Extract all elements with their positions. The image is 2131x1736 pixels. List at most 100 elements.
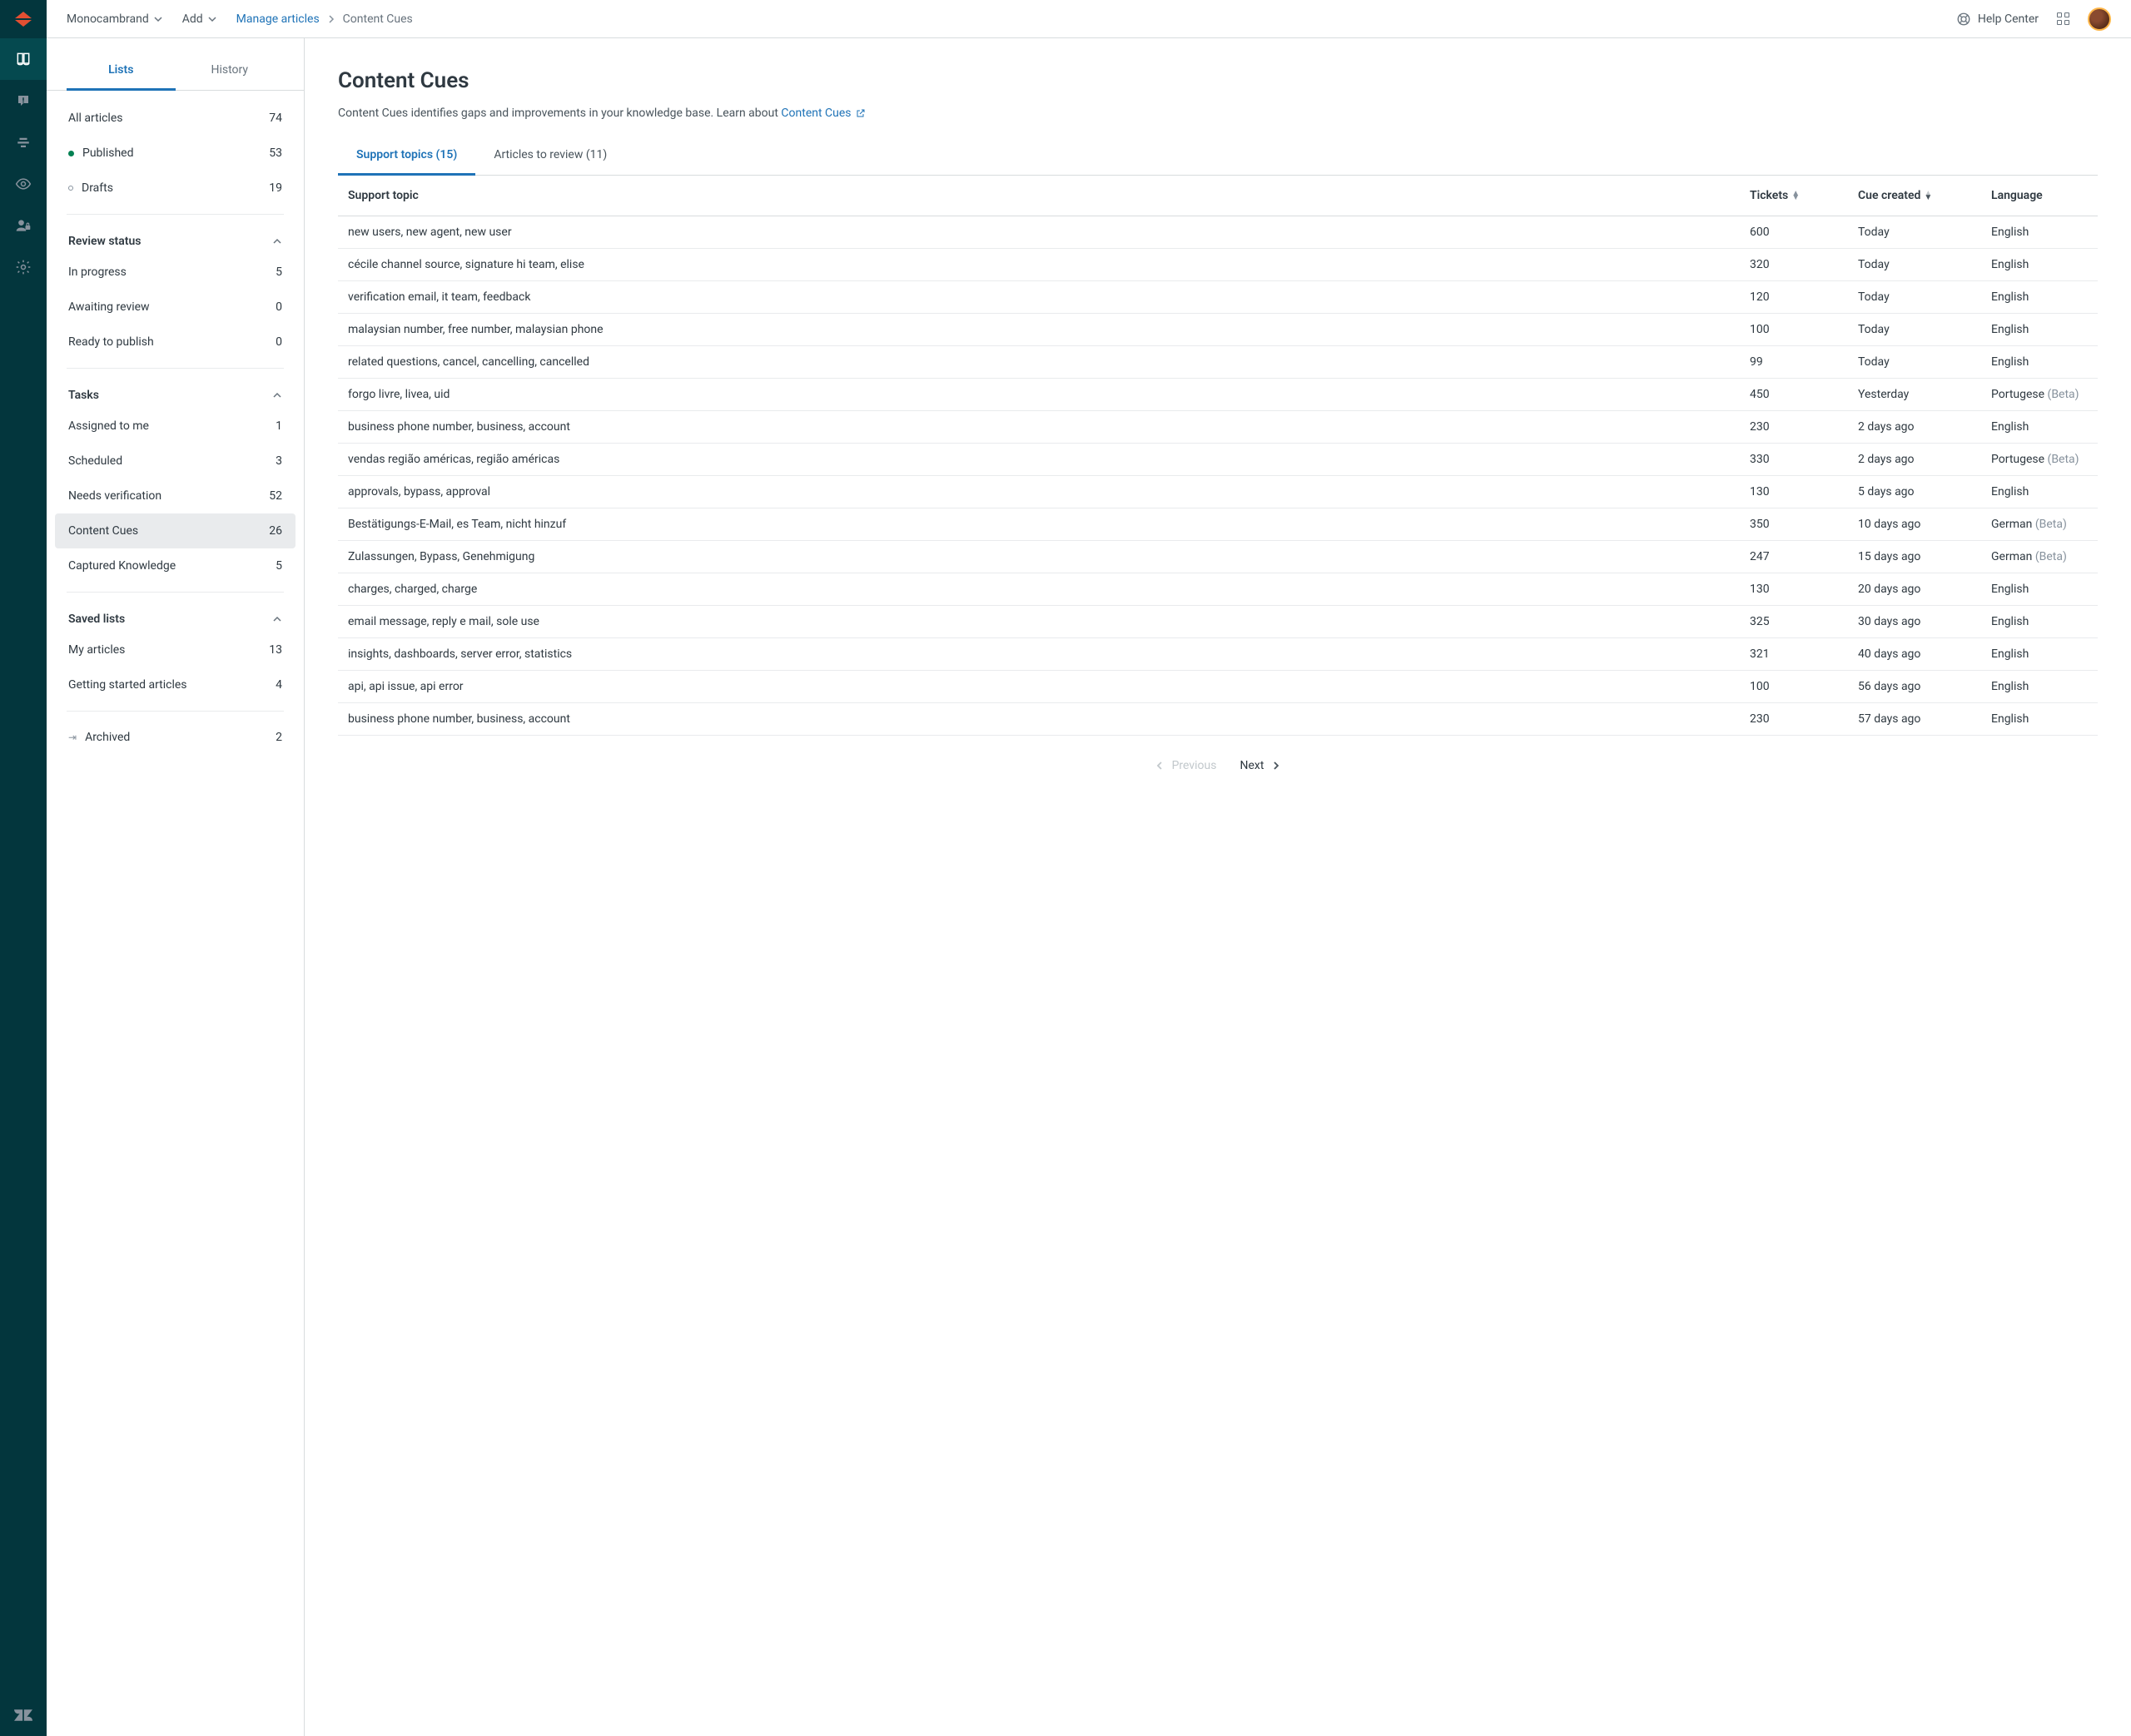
cell-topic: related questions, cancel, cancelling, c… bbox=[338, 346, 1740, 379]
column-tickets[interactable]: Tickets▲▼ bbox=[1740, 176, 1848, 216]
table-row[interactable]: business phone number, business, account… bbox=[338, 411, 2098, 444]
section-saved-lists[interactable]: Saved lists bbox=[55, 601, 296, 632]
table-row[interactable]: business phone number, business, account… bbox=[338, 703, 2098, 736]
sidebar-item-count: 0 bbox=[276, 300, 282, 314]
cell-language: English bbox=[1981, 314, 2098, 346]
sidebar-item-label: Ready to publish bbox=[68, 335, 154, 349]
cell-language: English bbox=[1981, 703, 2098, 736]
tab-support-topics[interactable]: Support topics (15) bbox=[338, 140, 475, 176]
rail-eye-icon[interactable] bbox=[0, 163, 47, 205]
sidebar-item-label: Getting started articles bbox=[68, 678, 187, 692]
cell-topic: cécile channel source, signature hi team… bbox=[338, 249, 1740, 281]
table-row[interactable]: email message, reply e mail, sole use325… bbox=[338, 606, 2098, 638]
cell-topic: verification email, it team, feedback bbox=[338, 281, 1740, 314]
table-row[interactable]: vendas região américas, região américas3… bbox=[338, 444, 2098, 476]
sidebar-item-published[interactable]: Published 53 bbox=[55, 136, 296, 171]
sidebar-item-awaiting-review[interactable]: Awaiting review0 bbox=[55, 290, 296, 325]
sidebar-item-all-articles[interactable]: All articles 74 bbox=[55, 101, 296, 136]
cell-topic: vendas região américas, região américas bbox=[338, 444, 1740, 476]
sidebar-item-label: Drafts bbox=[82, 181, 113, 195]
table-row[interactable]: Bestätigungs-E-Mail, es Team, nicht hinz… bbox=[338, 508, 2098, 541]
sidebar-item-label: All articles bbox=[68, 112, 122, 125]
cell-created: 15 days ago bbox=[1848, 541, 1981, 573]
section-review-status[interactable]: Review status bbox=[55, 223, 296, 255]
cell-tickets: 247 bbox=[1740, 541, 1848, 573]
cell-created: 2 days ago bbox=[1848, 411, 1981, 444]
content-cues-learn-link[interactable]: Content Cues bbox=[781, 107, 866, 120]
sidebar-item-assigned[interactable]: Assigned to me1 bbox=[55, 409, 296, 444]
table-row[interactable]: new users, new agent, new user600TodayEn… bbox=[338, 216, 2098, 249]
rail-arrange-icon[interactable] bbox=[0, 122, 47, 163]
rail-zendesk-icon[interactable] bbox=[0, 1694, 47, 1736]
sidebar-item-count: 74 bbox=[269, 112, 282, 125]
sidebar-item-in-progress[interactable]: In progress5 bbox=[55, 255, 296, 290]
brand-dropdown[interactable]: Monocambrand bbox=[67, 12, 162, 26]
sidebar-item-label: Published bbox=[82, 146, 133, 160]
help-center-link[interactable]: Help Center bbox=[1956, 12, 2039, 27]
column-cue-created[interactable]: Cue created▲▼ bbox=[1848, 176, 1981, 216]
nav-rail bbox=[0, 0, 47, 1736]
tab-lists[interactable]: Lists bbox=[67, 55, 176, 91]
sidebar-item-content-cues[interactable]: Content Cues26 bbox=[55, 513, 296, 548]
cell-created: 40 days ago bbox=[1848, 638, 1981, 671]
breadcrumb-current: Content Cues bbox=[343, 12, 413, 26]
chevron-up-icon bbox=[272, 390, 282, 400]
rail-alert-icon[interactable] bbox=[0, 80, 47, 122]
cell-language: English bbox=[1981, 573, 2098, 606]
cell-created: Today bbox=[1848, 346, 1981, 379]
product-logo[interactable] bbox=[0, 0, 47, 38]
sidebar-item-needs-verification[interactable]: Needs verification52 bbox=[55, 479, 296, 513]
avatar[interactable] bbox=[2088, 7, 2111, 31]
page-subtitle: Content Cues identifies gaps and improve… bbox=[338, 107, 2098, 120]
column-language[interactable]: Language bbox=[1981, 176, 2098, 216]
table-row[interactable]: charges, charged, charge13020 days agoEn… bbox=[338, 573, 2098, 606]
breadcrumb-link[interactable]: Manage articles bbox=[236, 12, 320, 26]
table-row[interactable]: malaysian number, free number, malaysian… bbox=[338, 314, 2098, 346]
apps-icon[interactable] bbox=[2057, 12, 2069, 25]
table-row[interactable]: related questions, cancel, cancelling, c… bbox=[338, 346, 2098, 379]
cell-topic: email message, reply e mail, sole use bbox=[338, 606, 1740, 638]
sidebar-item-ready-to-publish[interactable]: Ready to publish0 bbox=[55, 325, 296, 360]
section-title: Saved lists bbox=[68, 613, 125, 626]
cell-tickets: 100 bbox=[1740, 314, 1848, 346]
brand-name: Monocambrand bbox=[67, 12, 149, 26]
cell-language: Portugese (Beta) bbox=[1981, 379, 2098, 411]
sidebar-item-scheduled[interactable]: Scheduled3 bbox=[55, 444, 296, 479]
cell-topic: malaysian number, free number, malaysian… bbox=[338, 314, 1740, 346]
rail-articles-icon[interactable] bbox=[0, 38, 47, 80]
table-row[interactable]: cécile channel source, signature hi team… bbox=[338, 249, 2098, 281]
sidebar-item-archived[interactable]: ⇥Archived 2 bbox=[55, 720, 296, 755]
cell-created: Today bbox=[1848, 281, 1981, 314]
cell-topic: Zulassungen, Bypass, Genehmigung bbox=[338, 541, 1740, 573]
column-support-topic[interactable]: Support topic bbox=[338, 176, 1740, 216]
rail-settings-icon[interactable] bbox=[0, 246, 47, 288]
cell-topic: insights, dashboards, server error, stat… bbox=[338, 638, 1740, 671]
sidebar-item-my-articles[interactable]: My articles13 bbox=[55, 632, 296, 667]
tab-articles-to-review[interactable]: Articles to review (11) bbox=[475, 140, 625, 175]
sidebar-item-drafts[interactable]: Drafts 19 bbox=[55, 171, 296, 206]
sidebar-item-count: 5 bbox=[276, 265, 282, 279]
cell-topic: charges, charged, charge bbox=[338, 573, 1740, 606]
table-row[interactable]: api, api issue, api error10056 days agoE… bbox=[338, 671, 2098, 703]
table-row[interactable]: Zulassungen, Bypass, Genehmigung24715 da… bbox=[338, 541, 2098, 573]
sidebar-item-count: 3 bbox=[276, 454, 282, 468]
pagination: Previous Next bbox=[338, 736, 2098, 796]
cell-language: German (Beta) bbox=[1981, 541, 2098, 573]
sidebar-item-count: 2 bbox=[276, 731, 282, 744]
sidebar-item-getting-started[interactable]: Getting started articles4 bbox=[55, 667, 296, 702]
cell-tickets: 99 bbox=[1740, 346, 1848, 379]
table-row[interactable]: verification email, it team, feedback120… bbox=[338, 281, 2098, 314]
section-tasks[interactable]: Tasks bbox=[55, 377, 296, 409]
add-dropdown[interactable]: Add bbox=[182, 12, 216, 26]
section-title: Review status bbox=[68, 235, 141, 248]
sidebar-item-captured-knowledge[interactable]: Captured Knowledge5 bbox=[55, 548, 296, 583]
tab-history[interactable]: History bbox=[176, 55, 285, 90]
rail-user-lock-icon[interactable] bbox=[0, 205, 47, 246]
table-row[interactable]: approvals, bypass, approval1305 days ago… bbox=[338, 476, 2098, 508]
section-title: Tasks bbox=[68, 389, 99, 402]
table-row[interactable]: insights, dashboards, server error, stat… bbox=[338, 638, 2098, 671]
pager-next[interactable]: Next bbox=[1239, 759, 1279, 772]
table-row[interactable]: forgo livre, livea, uid450YesterdayPortu… bbox=[338, 379, 2098, 411]
cell-language: English bbox=[1981, 638, 2098, 671]
cell-language: English bbox=[1981, 216, 2098, 249]
